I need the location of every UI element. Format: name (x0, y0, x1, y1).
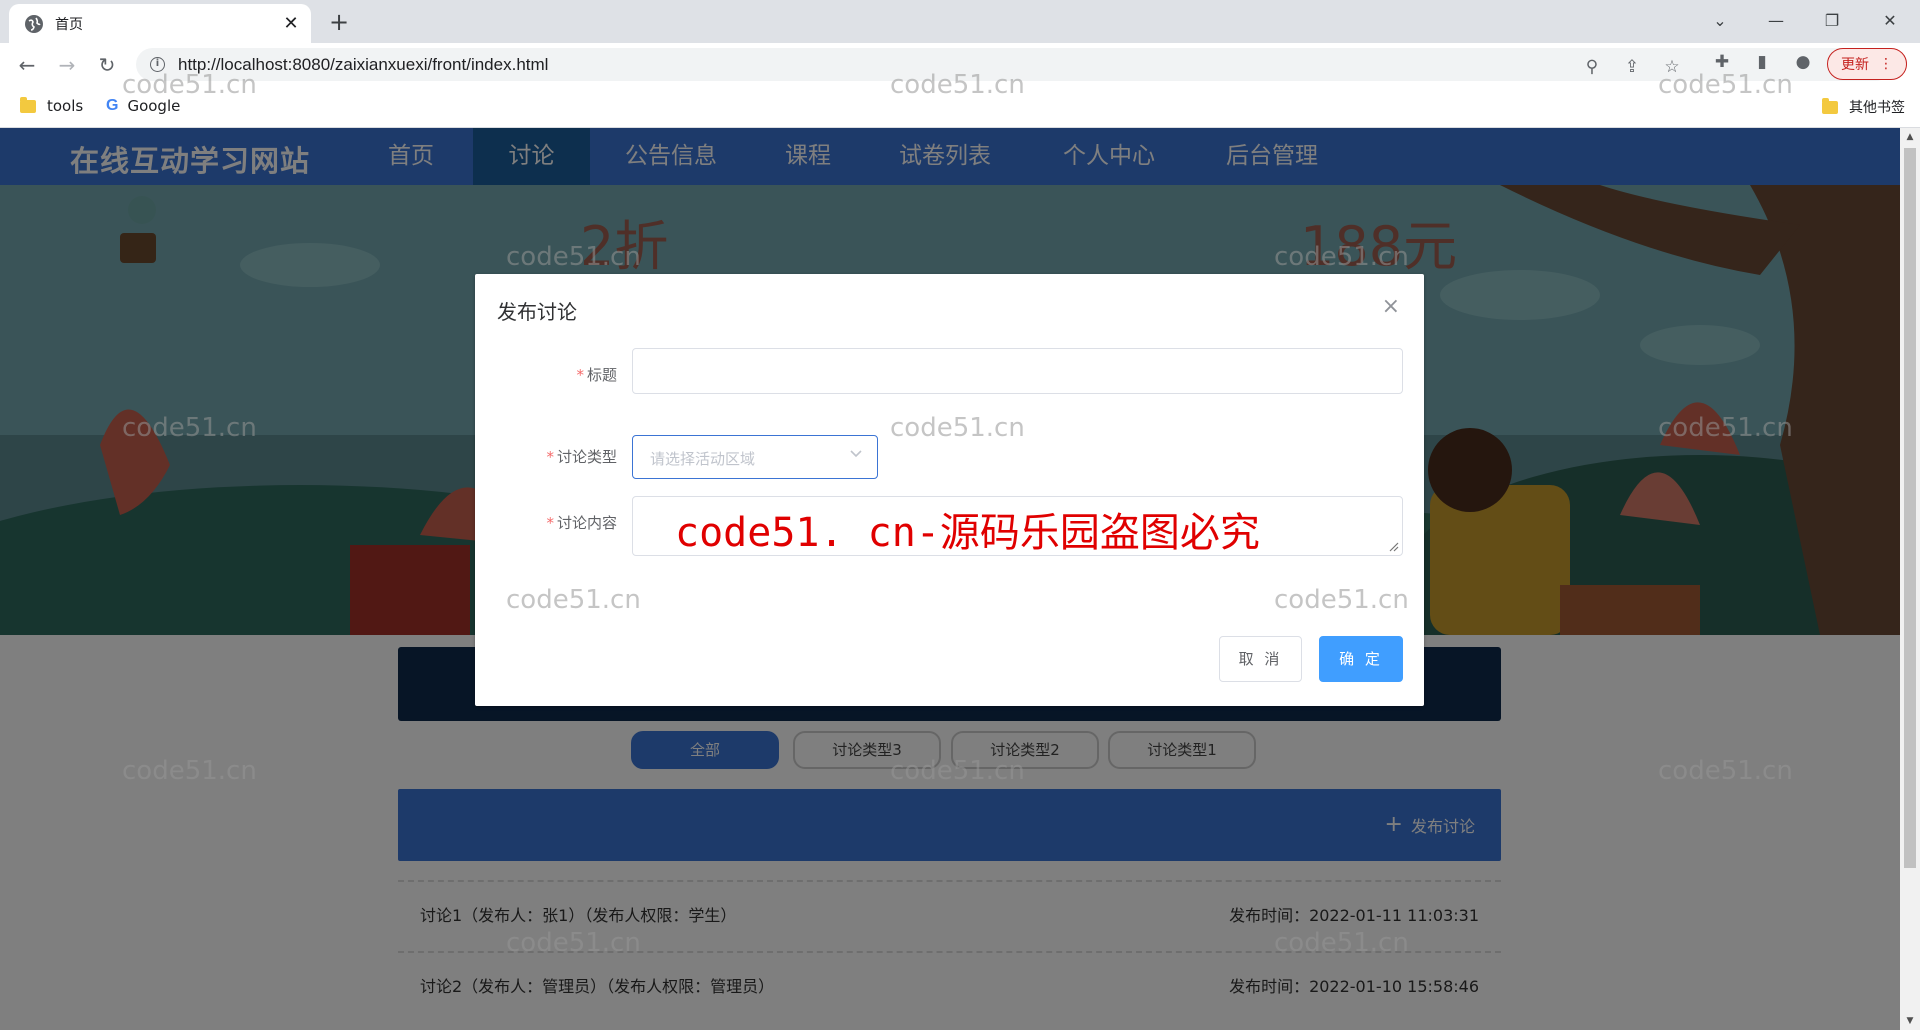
watermark: code51.cn (1274, 242, 1409, 272)
post-discussion-dialog: 发布讨论 × * 标题 * 讨论类型 请选择活动区域 * 讨论内容 取 消 确 定 (475, 274, 1424, 706)
scrollbar-thumb[interactable] (1904, 148, 1916, 868)
tab-search-icon[interactable]: ⌄ (1692, 0, 1748, 40)
other-bookmarks[interactable]: 其他书签 (1822, 97, 1905, 117)
watermark: code51.cn (1658, 70, 1793, 100)
discussion-type-select[interactable]: 请选择活动区域 (632, 435, 878, 479)
page-scrollbar[interactable]: ▲ ▼ (1900, 128, 1920, 1030)
bookmark-label: tools (47, 97, 84, 115)
type-label: * 讨论类型 (546, 448, 617, 466)
update-button[interactable]: 更新 ⋮ (1827, 48, 1907, 80)
bookmark-label: 其他书签 (1849, 100, 1905, 116)
watermark: code51.cn (122, 756, 257, 786)
folder-icon (1822, 97, 1838, 114)
zoom-icon[interactable]: ⚲ (1582, 57, 1602, 77)
page-viewport: 在线互动学习网站 首页 讨论 公告信息 课程 试卷列表 个人中心 后台管理 (0, 128, 1900, 1030)
back-icon[interactable]: ← (12, 50, 42, 80)
globe-icon (25, 14, 43, 33)
browser-tab-strip: 首页 ✕ + ⌄ — ❐ ✕ (0, 0, 1920, 43)
menu-dots-icon: ⋮ (1879, 56, 1893, 72)
title-label: * 标题 (576, 366, 617, 384)
cancel-button[interactable]: 取 消 (1219, 636, 1302, 682)
watermark: code51.cn (506, 928, 641, 958)
update-label: 更新 (1841, 57, 1869, 73)
tab-title: 首页 (55, 16, 83, 33)
google-icon: G (106, 97, 119, 114)
watermark: code51.cn (1274, 928, 1409, 958)
content-label: * 讨论内容 (546, 514, 617, 532)
watermark: code51.cn (1658, 413, 1793, 443)
share-icon[interactable]: ⇪ (1622, 57, 1642, 77)
scroll-up-icon[interactable]: ▲ (1900, 128, 1920, 146)
scroll-down-icon[interactable]: ▼ (1900, 1012, 1920, 1030)
watermark: code51.cn (122, 413, 257, 443)
folder-icon (20, 96, 36, 113)
close-window-icon[interactable]: ✕ (1862, 0, 1918, 40)
minimize-icon[interactable]: — (1748, 0, 1804, 40)
watermark: code51.cn (506, 585, 641, 615)
watermark: code51.cn (122, 70, 257, 100)
side-panel-icon[interactable]: ▮ (1752, 52, 1772, 72)
watermark: code51.cn (506, 242, 641, 272)
tab-close-icon[interactable]: ✕ (281, 13, 301, 34)
extensions-icon[interactable]: ✚ (1712, 52, 1732, 72)
reload-icon[interactable]: ↻ (92, 50, 122, 80)
confirm-button[interactable]: 确 定 (1319, 636, 1403, 682)
dialog-title: 发布讨论 (497, 300, 577, 324)
chevron-down-icon (850, 450, 862, 458)
watermark-red: code51. cn-源码乐园盗图必究 (675, 510, 1260, 556)
browser-tab[interactable]: 首页 ✕ (9, 4, 311, 43)
select-placeholder: 请选择活动区域 (650, 450, 756, 468)
watermark: code51.cn (1658, 756, 1793, 786)
forward-icon[interactable]: → (52, 50, 82, 80)
resize-grip-icon[interactable] (1389, 542, 1399, 552)
new-tab-icon[interactable]: + (325, 8, 353, 36)
watermark: code51.cn (890, 756, 1025, 786)
title-input[interactable] (632, 348, 1403, 394)
restore-icon[interactable]: ❐ (1804, 0, 1860, 40)
watermark: code51.cn (1274, 585, 1409, 615)
watermark: code51.cn (890, 70, 1025, 100)
watermark: code51.cn (890, 413, 1025, 443)
close-icon[interactable]: × (1382, 294, 1400, 319)
bookmark-tools[interactable]: tools (20, 96, 84, 115)
profile-icon[interactable]: ● (1793, 52, 1813, 72)
